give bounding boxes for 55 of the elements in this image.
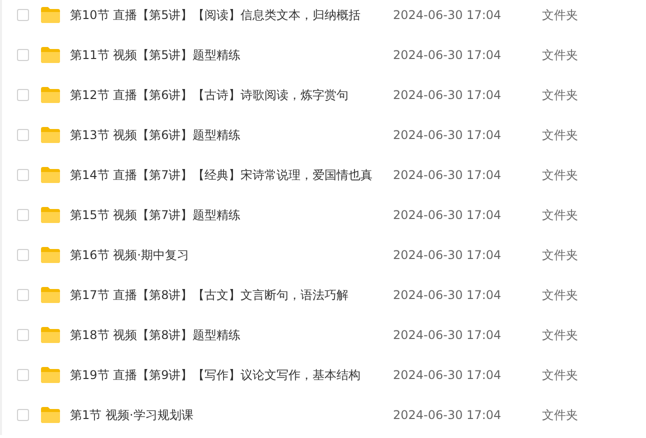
file-name[interactable]: 第10节 直播【第5讲】【阅读】信息类文本，归纳概括 <box>70 6 390 24</box>
file-type: 文件夹 <box>542 366 578 384</box>
folder-icon <box>40 126 61 144</box>
folder-icon <box>40 6 61 24</box>
modified-date: 2024-06-30 17:04 <box>393 48 502 62</box>
file-name[interactable]: 第14节 直播【第7讲】【经典】宋诗常说理，爱国情也真 <box>70 166 390 184</box>
folder-icon <box>40 246 61 264</box>
checkbox[interactable] <box>17 369 29 381</box>
file-name[interactable]: 第16节 视频·期中复习 <box>70 246 390 264</box>
folder-icon <box>40 46 61 64</box>
file-type: 文件夹 <box>542 326 578 344</box>
checkbox[interactable] <box>17 329 29 341</box>
file-name[interactable]: 第1节 视频·学习规划课 <box>70 406 390 424</box>
folder-icon <box>40 286 61 304</box>
modified-date: 2024-06-30 17:04 <box>393 8 502 22</box>
folder-icon <box>40 406 61 424</box>
folder-icon <box>40 166 61 184</box>
file-type: 文件夹 <box>542 246 578 264</box>
modified-date: 2024-06-30 17:04 <box>393 168 502 182</box>
checkbox[interactable] <box>17 169 29 181</box>
modified-date: 2024-06-30 17:04 <box>393 208 502 222</box>
checkbox[interactable] <box>17 209 29 221</box>
modified-date: 2024-06-30 17:04 <box>393 88 502 102</box>
modified-date: 2024-06-30 17:04 <box>393 288 502 302</box>
file-name[interactable]: 第17节 直播【第8讲】【古文】文言断句，语法巧解 <box>70 286 390 304</box>
file-name[interactable]: 第11节 视频【第5讲】题型精练 <box>70 46 390 64</box>
modified-date: 2024-06-30 17:04 <box>393 128 502 142</box>
file-name[interactable]: 第15节 视频【第7讲】题型精练 <box>70 206 390 224</box>
file-type: 文件夹 <box>542 86 578 104</box>
folder-icon <box>40 206 61 224</box>
folder-icon <box>40 366 61 384</box>
file-name[interactable]: 第18节 视频【第8讲】题型精练 <box>70 326 390 344</box>
modified-date: 2024-06-30 17:04 <box>393 368 502 382</box>
file-type: 文件夹 <box>542 206 578 224</box>
modified-date: 2024-06-30 17:04 <box>393 248 502 262</box>
file-type: 文件夹 <box>542 286 578 304</box>
file-name[interactable]: 第19节 直播【第9讲】【写作】议论文写作，基本结构 <box>70 366 390 384</box>
checkbox[interactable] <box>17 129 29 141</box>
checkbox[interactable] <box>17 409 29 421</box>
checkbox[interactable] <box>17 249 29 261</box>
file-name[interactable]: 第12节 直播【第6讲】【古诗】诗歌阅读，炼字赏句 <box>70 86 390 104</box>
folder-icon <box>40 326 61 344</box>
file-type: 文件夹 <box>542 406 578 424</box>
file-type: 文件夹 <box>542 126 578 144</box>
checkbox[interactable] <box>17 89 29 101</box>
modified-date: 2024-06-30 17:04 <box>393 408 502 422</box>
file-name[interactable]: 第13节 视频【第6讲】题型精练 <box>70 126 390 144</box>
modified-date: 2024-06-30 17:04 <box>393 328 502 342</box>
checkbox[interactable] <box>17 9 29 21</box>
file-type: 文件夹 <box>542 6 578 24</box>
folder-icon <box>40 86 61 104</box>
file-type: 文件夹 <box>542 46 578 64</box>
checkbox[interactable] <box>17 289 29 301</box>
file-type: 文件夹 <box>542 166 578 184</box>
checkbox[interactable] <box>17 49 29 61</box>
